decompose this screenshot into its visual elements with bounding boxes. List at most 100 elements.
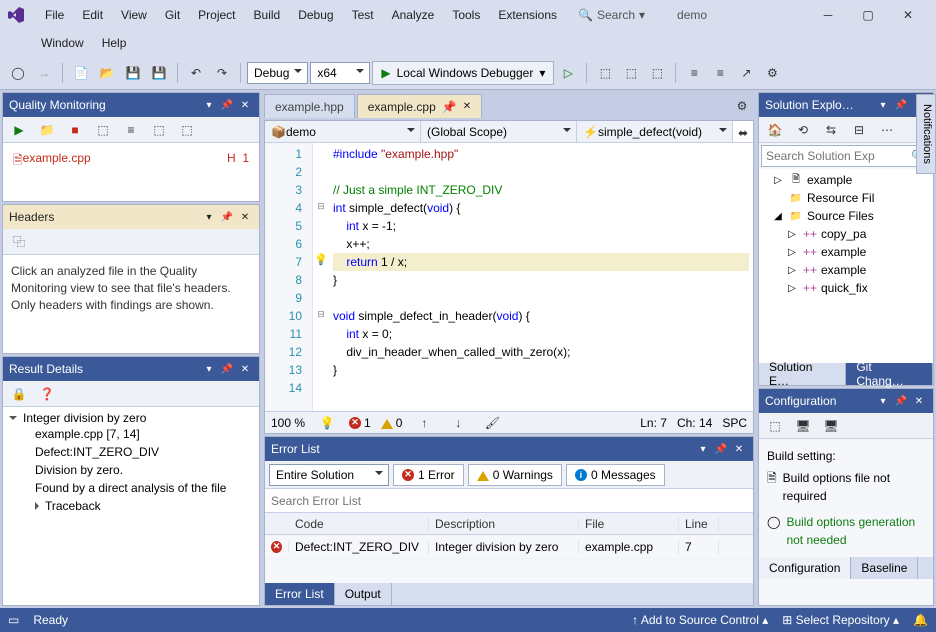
tool-btn-3[interactable]: ⬚ (645, 61, 669, 85)
tab-solution-explorer[interactable]: Solution E… (759, 363, 846, 385)
se-item[interactable]: ▷++quick_fix (761, 279, 931, 297)
close-icon[interactable]: ✕ (237, 97, 253, 113)
add-source-control[interactable]: ↑ Add to Source Control ▴ (632, 613, 768, 627)
qm-btn6[interactable]: ⬚ (147, 118, 171, 142)
warning-count[interactable]: 0 (381, 415, 403, 431)
se-btn3[interactable]: ⇆ (819, 118, 843, 142)
rd-analysis[interactable]: Found by a direct analysis of the file (7, 479, 255, 497)
tab-output[interactable]: Output (335, 583, 392, 605)
panel-menu-icon[interactable]: ▾ (201, 209, 217, 225)
se-home-icon[interactable]: 🏠 (763, 118, 787, 142)
tool-btn-4[interactable]: ≡ (682, 61, 706, 85)
output-icon[interactable]: ▭ (8, 613, 19, 627)
close-button[interactable]: ✕ (888, 1, 928, 29)
title-search[interactable]: 🔍 Search ▾ (578, 8, 645, 22)
rd-root-node[interactable]: Integer division by zero (7, 411, 255, 425)
se-btn4[interactable]: ⊟ (847, 118, 871, 142)
panel-menu-icon[interactable]: ▾ (201, 97, 217, 113)
rd-defect-code[interactable]: Defect:INT_ZERO_DIV (7, 443, 255, 461)
tool-btn-1[interactable]: ⬚ (593, 61, 617, 85)
menu-tools[interactable]: Tools (443, 4, 489, 26)
scope-function[interactable]: ⚡ simple_defect(void) (577, 121, 733, 142)
start-debugger-button[interactable]: ▶ Local Windows Debugger ▾ (372, 61, 554, 85)
zoom-level[interactable]: 100 % (271, 416, 305, 430)
error-count[interactable]: ✕1 (349, 416, 371, 430)
se-item[interactable]: 📁Resource Fil (761, 189, 931, 207)
pin-icon[interactable]: 📌 (442, 100, 457, 114)
help-icon[interactable]: ❓ (35, 382, 59, 406)
cfg-btn2[interactable]: 🖥 (791, 414, 815, 438)
tool-btn-5[interactable]: ≡ (708, 61, 732, 85)
headers-header[interactable]: Headers ▾ 📌 ✕ (3, 205, 259, 229)
pin-icon[interactable]: 📌 (713, 441, 729, 457)
cfg-btn1[interactable]: ⬚ (763, 414, 787, 438)
tab-example-hpp[interactable]: example.hpp (264, 94, 355, 118)
errors-filter[interactable]: ✕1 Error (393, 464, 464, 486)
close-icon[interactable]: ✕ (463, 101, 471, 112)
tab-configuration[interactable]: Configuration (759, 557, 851, 579)
pin-icon[interactable]: 📌 (219, 209, 235, 225)
se-item[interactable]: ◢📁Source Files (761, 207, 931, 225)
qm-play-icon[interactable]: ▶ (7, 118, 31, 142)
menu-build[interactable]: Build (245, 4, 290, 26)
menu-file[interactable]: File (36, 4, 73, 26)
redo-button[interactable]: ↷ (210, 61, 234, 85)
cfg-btn3[interactable]: 🖥 (819, 414, 843, 438)
minimize-button[interactable]: ─ (808, 1, 848, 29)
menu-window[interactable]: Window (32, 32, 93, 54)
menu-debug[interactable]: Debug (289, 4, 342, 26)
se-sync-icon[interactable]: ⟲ (791, 118, 815, 142)
panel-menu-icon[interactable]: ▾ (695, 441, 711, 457)
error-list-header[interactable]: Error List ▾ 📌 ✕ (265, 437, 753, 461)
rd-message[interactable]: Division by zero. (7, 461, 255, 479)
error-search-input[interactable] (265, 489, 753, 512)
panel-menu-icon[interactable]: ▾ (201, 361, 217, 377)
new-project-button[interactable]: 📄 (69, 61, 93, 85)
panel-menu-icon[interactable]: ▾ (875, 97, 891, 113)
tab-baseline[interactable]: Baseline (851, 557, 918, 579)
notifications-vertical-tab[interactable]: Notifications (916, 94, 936, 174)
save-all-button[interactable]: 💾 (147, 61, 171, 85)
messages-filter[interactable]: i0 Messages (566, 464, 665, 486)
pin-icon[interactable]: 📌 (219, 361, 235, 377)
save-button[interactable]: 💾 (121, 61, 145, 85)
error-row[interactable]: ✕ Defect:INT_ZERO_DIV Integer division b… (265, 535, 753, 559)
lightbulb-icon[interactable]: 💡 (315, 411, 339, 435)
tab-git-changes[interactable]: Git Chang… (846, 363, 933, 385)
headers-copy-icon[interactable]: ⿻ (7, 230, 31, 254)
scope-namespace[interactable]: (Global Scope) (421, 121, 577, 142)
menu-analyze[interactable]: Analyze (383, 4, 444, 26)
start-without-debug-button[interactable]: ▷ (556, 61, 580, 85)
qm-btn4[interactable]: ⬚ (91, 118, 115, 142)
select-repository[interactable]: ⊞ Select Repository ▴ (782, 613, 899, 627)
split-icon[interactable]: ⬌ (733, 121, 753, 145)
tab-error-list[interactable]: Error List (265, 583, 335, 605)
lock-icon[interactable]: 🔒 (7, 382, 31, 406)
open-button[interactable]: 📂 (95, 61, 119, 85)
result-details-header[interactable]: Result Details ▾ 📌 ✕ (3, 357, 259, 381)
close-icon[interactable]: ✕ (237, 361, 253, 377)
undo-button[interactable]: ↶ (184, 61, 208, 85)
nav-back-button[interactable]: ◯ (6, 61, 30, 85)
menu-test[interactable]: Test (343, 4, 383, 26)
qm-btn7[interactable]: ⬚ (175, 118, 199, 142)
tab-example-cpp[interactable]: example.cpp 📌 ✕ (357, 94, 482, 118)
panel-menu-icon[interactable]: ▾ (875, 393, 891, 409)
config-combo[interactable]: Debug (247, 62, 308, 84)
se-more-icon[interactable]: ⋯ (875, 118, 899, 142)
indent-mode[interactable]: SPC (722, 416, 747, 430)
configuration-header[interactable]: Configuration ▾ 📌 ✕ (759, 389, 933, 413)
qm-btn5[interactable]: ≡ (119, 118, 143, 142)
pin-icon[interactable]: 📌 (219, 97, 235, 113)
code-area[interactable]: 1234567891011121314 ⊟💡⊟ #include "exampl… (265, 143, 753, 411)
rd-traceback[interactable]: Traceback (7, 497, 255, 515)
tool-btn-7[interactable]: ⚙ (760, 61, 784, 85)
menu-help[interactable]: Help (93, 32, 136, 54)
close-icon[interactable]: ✕ (731, 441, 747, 457)
warnings-filter[interactable]: 0 Warnings (468, 464, 562, 486)
se-item[interactable]: ▷++example (761, 243, 931, 261)
maximize-button[interactable]: ▢ (848, 1, 888, 29)
menu-extensions[interactable]: Extensions (489, 4, 566, 26)
scope-project[interactable]: 📦 demo (265, 121, 421, 142)
qm-folder-icon[interactable]: 📁 (35, 118, 59, 142)
